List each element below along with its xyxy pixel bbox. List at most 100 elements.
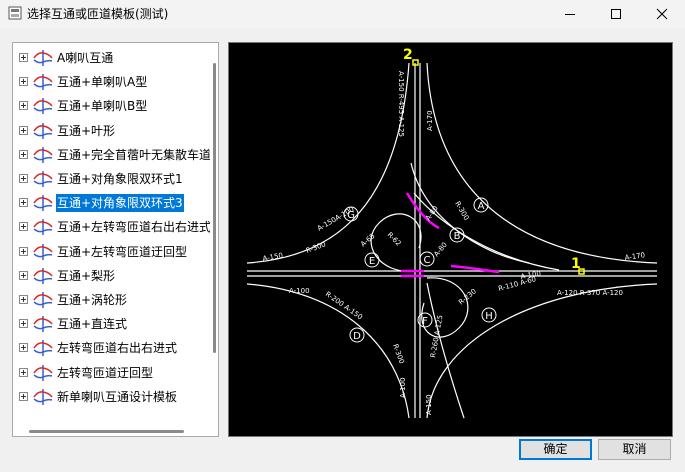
tree-item[interactable]: 互通+直连式 xyxy=(13,313,209,335)
close-icon xyxy=(656,8,668,20)
minimize-button[interactable] xyxy=(547,0,593,28)
tree-item[interactable]: 互通+完全苜蓿叶无集散车道 xyxy=(13,144,212,166)
ok-button[interactable]: 确定 xyxy=(519,439,592,460)
tree-item-label: 互通+涡轮形 xyxy=(57,293,128,307)
label-a170-right: A-170 xyxy=(624,251,645,262)
tree-item-label: 互通+左转弯匝道右出右进式 xyxy=(57,220,212,235)
label-r300-d: R-300 xyxy=(391,343,406,365)
expand-icon[interactable] xyxy=(19,53,28,62)
title-bar: 选择互通或匝道模板(测试) xyxy=(0,0,685,28)
interchange-icon xyxy=(32,291,54,309)
tree-item[interactable]: 互通+单喇叭B型 xyxy=(13,95,209,117)
interchange-icon xyxy=(32,49,54,67)
tree-item-label: 互通+完全苜蓿叶无集散车道 xyxy=(57,147,212,162)
label-r300-left: R-300 xyxy=(305,240,327,255)
endpoint-1-label: 1 xyxy=(571,256,581,272)
tree-item-label: 互通+直连式 xyxy=(57,317,128,332)
interchange-icon xyxy=(32,388,54,406)
expand-icon[interactable] xyxy=(19,343,28,353)
tree-item[interactable]: 互通+梨形 xyxy=(13,265,209,287)
interchange-icon xyxy=(32,218,54,236)
expand-icon[interactable] xyxy=(19,270,28,280)
tree-item[interactable]: 新单喇叭互通设计模板 xyxy=(13,386,209,408)
label-a100-bottom: A-100 xyxy=(399,377,407,398)
region-h: H xyxy=(485,311,493,322)
expand-icon[interactable] xyxy=(19,319,28,329)
ramp-d xyxy=(246,283,410,419)
expand-icon[interactable] xyxy=(19,246,28,256)
label-a120-r370: A-120 R-370 A-120 xyxy=(557,289,623,297)
template-preview: 2 1 A B C D E F G H A-150 R-495 A-125 A-… xyxy=(228,42,673,437)
vertical-scrollbar[interactable] xyxy=(210,43,218,436)
interchange-icon xyxy=(32,73,54,91)
vertical-scroll-thumb[interactable] xyxy=(213,63,216,353)
interchange-icon xyxy=(32,315,54,333)
cancel-button[interactable]: 取消 xyxy=(598,439,671,460)
expand-icon[interactable] xyxy=(19,174,28,183)
horizontal-scroll-thumb[interactable] xyxy=(29,430,184,433)
region-d: D xyxy=(353,331,361,342)
tree-item-label: 互通+叶形 xyxy=(57,123,116,138)
tree-item-label: 互通+对角象限双环式1 xyxy=(57,172,183,186)
interchange-icon xyxy=(32,170,54,188)
template-tree[interactable]: A喇叭互通 互通+单喇叭A型 互通+单喇叭B型 互通+叶形 互通+完全苜蓿叶无集散车道互… xyxy=(12,42,219,437)
tree-item[interactable]: 互通+单喇叭A型 xyxy=(13,71,209,93)
region-a: A xyxy=(478,201,485,212)
maximize-icon xyxy=(611,9,621,19)
endpoint-2-marker xyxy=(412,59,419,66)
tree-item-label: 互通+左转弯匝道迂回型 xyxy=(57,244,188,259)
interchange-icon xyxy=(32,243,54,261)
tree-item[interactable]: 互通+对角象限双环式1 xyxy=(13,168,209,190)
region-c: C xyxy=(424,255,431,266)
endpoint-2-label: 2 xyxy=(403,47,413,63)
label-r260: R-260 A-125 xyxy=(429,314,444,358)
tree-item[interactable]: A喇叭互通 xyxy=(13,47,209,69)
tree-item[interactable]: 互通+叶形 xyxy=(13,120,209,142)
interchange-icon xyxy=(32,122,54,140)
tree-item[interactable]: 互通+涡轮形 xyxy=(13,289,209,311)
tree-item-label: 互通+单喇叭B型 xyxy=(57,99,148,114)
tree-item-label: 互通+梨形 xyxy=(57,268,116,283)
label-a150-r495: A-150 R-495 A-125 xyxy=(397,71,405,137)
tree-item[interactable]: 左转弯匝道迂回型 xyxy=(13,362,209,384)
tree-item-label: A喇叭互通 xyxy=(57,51,114,65)
tree-item-label: 新单喇叭互通设计模板 xyxy=(57,389,178,404)
ramp-g xyxy=(246,62,410,264)
label-a170-top: A-170 xyxy=(426,110,434,131)
window-title: 选择互通或匝道模板(测试) xyxy=(27,7,169,21)
interchange-icon xyxy=(32,97,54,115)
expand-icon[interactable] xyxy=(19,222,28,232)
close-button[interactable] xyxy=(639,0,685,28)
expand-icon[interactable] xyxy=(19,149,28,159)
region-f: F xyxy=(422,316,428,327)
expand-icon[interactable] xyxy=(19,198,28,208)
tree-item[interactable]: 左转弯匝道右出右进式 xyxy=(13,337,209,359)
expand-icon[interactable] xyxy=(19,101,28,111)
label-r62: R-62 xyxy=(386,231,403,248)
loop-f xyxy=(421,277,469,338)
expand-icon[interactable] xyxy=(19,391,28,401)
app-icon xyxy=(8,6,22,20)
expand-icon[interactable] xyxy=(19,77,28,87)
tree-item[interactable]: 互通+对角象限双环式3 xyxy=(13,192,209,214)
horizontal-scrollbar[interactable] xyxy=(13,426,210,436)
expand-icon[interactable] xyxy=(19,367,28,377)
maximize-button[interactable] xyxy=(593,0,639,28)
expand-icon[interactable] xyxy=(19,125,28,135)
tree-item-label: 左转弯匝道迂回型 xyxy=(57,365,154,380)
label-a150-left: A-150 xyxy=(262,252,284,263)
tree-item[interactable]: 互通+左转弯匝道迂回型 xyxy=(13,241,209,263)
expand-icon[interactable] xyxy=(19,295,28,304)
interchange-icon xyxy=(32,339,54,357)
interchange-icon xyxy=(32,146,54,164)
region-e: E xyxy=(369,256,375,267)
label-r300-a: R-300 xyxy=(453,200,470,222)
interchange-icon xyxy=(32,267,54,285)
label-a100-left: A-100 xyxy=(289,287,310,295)
label-r110-a60: R-110 A-60 xyxy=(497,275,537,293)
tree-item[interactable]: 互通+左转弯匝道右出右进式 xyxy=(13,216,212,238)
minimize-icon xyxy=(565,14,575,15)
region-b: B xyxy=(454,231,461,242)
tree-item-label: 互通+单喇叭A型 xyxy=(57,75,148,90)
interchange-icon xyxy=(32,194,54,212)
